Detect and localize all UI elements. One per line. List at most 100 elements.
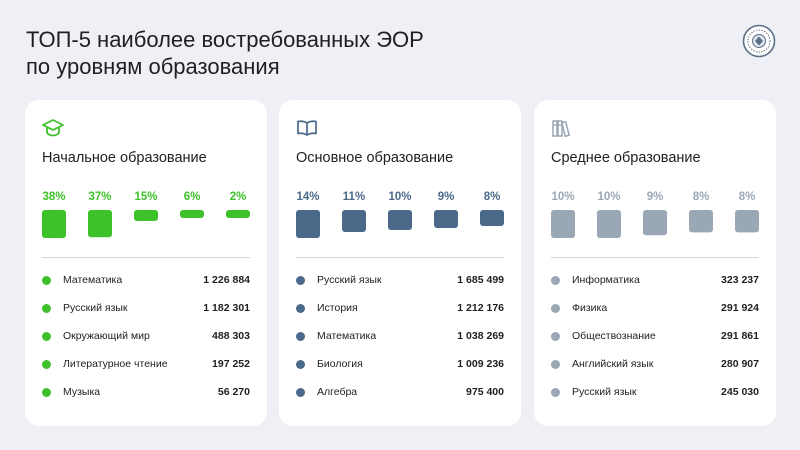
list-item: Музыка 56 270 — [42, 378, 250, 406]
subject-name: Алгебра — [317, 386, 358, 398]
subject-name: Русский язык — [572, 386, 637, 398]
subject-name: Физика — [572, 302, 608, 314]
subject-count: 291 861 — [721, 330, 759, 342]
percent-bar — [597, 210, 621, 238]
legend-dot — [42, 387, 51, 397]
subject-list: Русский язык 1 685 499 История 1 212 176 М… — [296, 266, 504, 406]
subject-count: 1 009 236 — [457, 358, 504, 370]
percent-bar — [643, 210, 667, 236]
percent-bar-chart: 38% 37% 15% 6% 2% — [42, 191, 250, 238]
subject-name: Литературное чтение — [63, 358, 168, 370]
subject-name: Русский язык — [317, 274, 382, 286]
percent-label: 6% — [184, 191, 201, 203]
list-item: Биология 1 009 236 — [296, 350, 504, 378]
subject-name: Информатика — [572, 274, 640, 286]
subject-count: 1 212 176 — [457, 302, 504, 314]
list-item: История 1 212 176 — [296, 294, 504, 322]
legend-dot — [42, 303, 51, 313]
percent-bar — [551, 210, 575, 238]
percent-label: 11% — [343, 191, 365, 203]
subject-count: 975 400 — [466, 386, 504, 398]
subject-count: 1 226 884 — [203, 274, 250, 286]
percent-bar-chart: 14% 11% 10% 9% 8% — [296, 191, 504, 238]
list-item: Английский язык 280 907 — [551, 350, 759, 378]
percent-label: 10% — [551, 191, 574, 203]
list-item: Литературное чтение 197 252 — [42, 350, 250, 378]
subject-count: 323 237 — [721, 274, 759, 286]
subject-count: 1 182 301 — [203, 302, 250, 314]
percent-label: 9% — [438, 191, 455, 203]
percent-bar — [735, 210, 759, 233]
open-book-icon — [297, 120, 317, 136]
percent-bar — [434, 210, 458, 228]
percent-bar — [180, 210, 204, 218]
percent-bar — [42, 210, 66, 238]
percent-bar — [134, 210, 158, 222]
card-title: Основное образование — [296, 150, 454, 166]
percent-label: 8% — [739, 191, 756, 203]
legend-dot — [296, 359, 305, 369]
percent-bar-chart: 10% 10% 9% 8% 8% — [551, 191, 759, 238]
legend-dot — [551, 387, 560, 397]
subject-name: Окружающий мир — [63, 330, 150, 342]
divider — [551, 257, 759, 258]
books-icon — [552, 120, 571, 138]
legend-dot — [551, 331, 560, 341]
legend-dot — [296, 331, 305, 341]
subject-count: 197 252 — [212, 358, 250, 370]
percent-label: 37% — [88, 191, 111, 203]
graduation-cap-icon — [42, 119, 64, 137]
subject-count: 56 270 — [217, 386, 250, 398]
percent-bar — [689, 210, 713, 233]
subject-count: 488 303 — [212, 330, 250, 342]
card-primary-education: Начальное образование 38% 37% 15% 6% 2% Мате… — [25, 100, 267, 426]
legend-dot — [42, 275, 51, 285]
subject-name: Обществознание — [572, 330, 656, 342]
legend-dot — [296, 275, 305, 285]
subject-list: Математика 1 226 884 Русский язык 1 182 30… — [42, 266, 250, 406]
list-item: Информатика 323 237 — [551, 266, 759, 294]
percent-label: 38% — [42, 191, 65, 203]
legend-dot — [296, 303, 305, 313]
card-basic-education: Основное образование 14% 11% 10% 9% 8% Русск… — [279, 100, 521, 426]
divider — [296, 257, 504, 258]
card-title: Среднее образование — [551, 150, 701, 166]
list-item: Математика 1 038 269 — [296, 322, 504, 350]
percent-bar — [342, 210, 366, 232]
percent-bar — [88, 210, 112, 238]
list-item: Обществознание 291 861 — [551, 322, 759, 350]
subject-count: 245 030 — [721, 386, 759, 398]
percent-bar — [226, 210, 250, 218]
subject-name: Английский язык — [572, 358, 654, 370]
legend-dot — [42, 331, 51, 341]
subject-count: 1 685 499 — [457, 274, 504, 286]
percent-label: 8% — [693, 191, 710, 203]
list-item: Русский язык 1 685 499 — [296, 266, 504, 294]
subject-name: Русский язык — [63, 302, 128, 314]
legend-dot — [551, 359, 560, 369]
page-title-line-1: ТОП-5 наиболее востребованных ЭОР — [26, 27, 424, 52]
percent-label: 15% — [134, 191, 157, 203]
percent-label: 10% — [388, 191, 411, 203]
percent-bar — [296, 210, 320, 238]
page-title-line-2: по уровням образования — [26, 54, 280, 79]
card-secondary-education: Среднее образование 10% 10% 9% 8% 8% Информа… — [534, 100, 776, 426]
percent-label: 9% — [647, 191, 664, 203]
list-item: Русский язык 245 030 — [551, 378, 759, 406]
list-item: Алгебра 975 400 — [296, 378, 504, 406]
subject-name: История — [317, 302, 358, 314]
subject-name: Математика — [317, 330, 377, 342]
percent-bar — [388, 210, 412, 230]
legend-dot — [551, 275, 560, 285]
divider — [42, 257, 250, 258]
percent-label: 10% — [597, 191, 620, 203]
percent-bar — [480, 210, 504, 226]
percent-label: 2% — [230, 191, 247, 203]
emblem-logo — [742, 24, 776, 58]
legend-dot — [42, 359, 51, 369]
subject-count: 291 924 — [721, 302, 759, 314]
legend-dot — [551, 303, 560, 313]
subject-list: Информатика 323 237 Физика 291 924 Обществ… — [551, 266, 759, 406]
legend-dot — [296, 387, 305, 397]
list-item: Русский язык 1 182 301 — [42, 294, 250, 322]
